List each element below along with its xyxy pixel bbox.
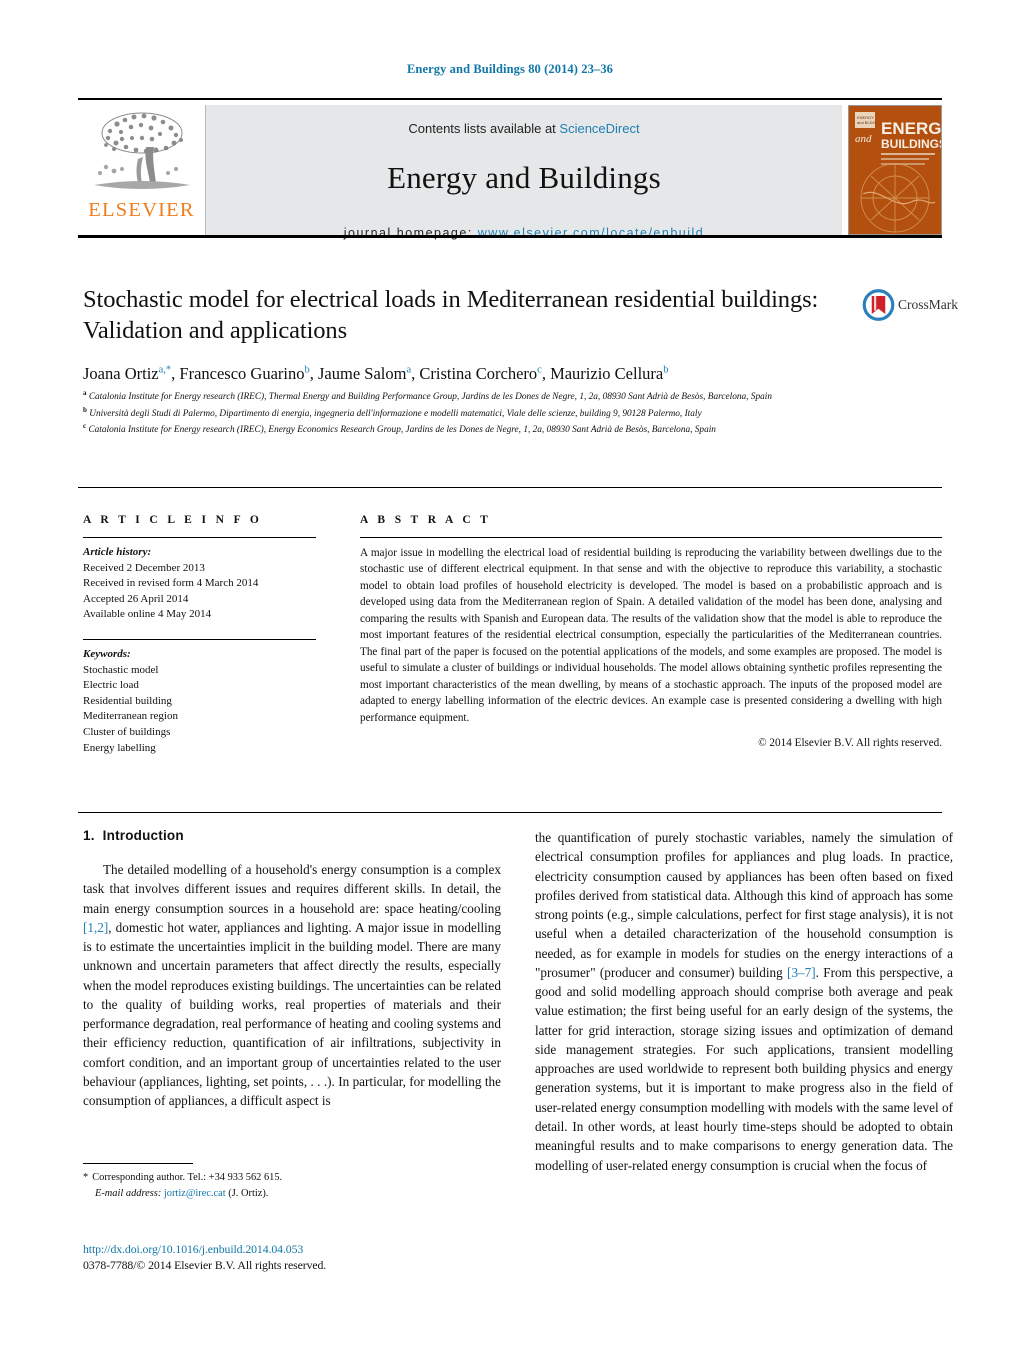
author-name: Maurizio Cellura — [550, 363, 664, 383]
svg-text:BUILDINGS: BUILDINGS — [881, 137, 941, 151]
crossmark-label: CrossMark — [898, 297, 958, 312]
affiliation-item: c Catalonia Institute for Energy researc… — [83, 421, 873, 438]
email-suffix: (J. Ortiz). — [228, 1187, 269, 1199]
article-history-block: Article history: Received 2 December 201… — [83, 545, 316, 623]
page-title: Stochastic model for electrical loads in… — [83, 286, 819, 344]
issn-copyright-line: 0378-7788/© 2014 Elsevier B.V. All right… — [83, 1258, 327, 1272]
author-list: Joana Ortiza,*, Francesco Guarinob, Jaum… — [83, 363, 669, 383]
affiliation-divider — [78, 487, 942, 488]
affiliation-mark: c — [83, 422, 87, 430]
abstract-rule — [360, 537, 942, 538]
author-name: Joana Ortiz — [83, 363, 159, 383]
svg-text:and BLDG: and BLDG — [857, 120, 876, 125]
affiliation-item: b Università degli Studi di Palermo, Dip… — [83, 405, 873, 422]
journal-cover-thumbnail: ENERGY and BLDG and ENERGY BUILDINGS — [848, 105, 942, 235]
history-item: Received 2 December 2013 — [83, 561, 205, 574]
corresponding-author-text: Corresponding author. Tel.: +34 933 562 … — [92, 1172, 283, 1183]
keyword-item: Electric load — [83, 679, 139, 692]
author-item[interactable]: Jaume Saloma — [318, 364, 411, 383]
article-info-rule — [83, 537, 316, 538]
banner-center: Contents lists available at ScienceDirec… — [206, 105, 842, 240]
author-item[interactable]: Cristina Corcheroc — [419, 364, 541, 383]
keywords-block: Keywords: Stochastic model Electric load… — [83, 647, 316, 756]
abstract-copyright: © 2014 Elsevier B.V. All rights reserved… — [758, 737, 942, 750]
paper-page: Energy and Buildings 80 (2014) 23–36 ELS… — [0, 0, 1020, 1351]
elsevier-tree-icon — [93, 112, 190, 189]
author-item[interactable]: Francesco Guarinob — [179, 364, 309, 383]
affiliation-item: a Catalonia Institute for Energy researc… — [83, 388, 873, 405]
journal-banner: ELSEVIER Contents lists available at Sci… — [78, 98, 942, 240]
crossmark-badge[interactable]: CrossMark — [862, 282, 958, 328]
paragraph-part: . From this perspective, a good and soli… — [535, 964, 953, 1173]
footnote-divider — [83, 1163, 193, 1164]
history-item: Accepted 26 April 2014 — [83, 592, 189, 605]
author-marks: b — [304, 364, 310, 376]
author-marks: b — [663, 364, 669, 376]
elsevier-wordmark: ELSEVIER — [88, 199, 195, 221]
svg-text:and: and — [855, 133, 872, 145]
section-title: Introduction — [102, 828, 184, 843]
contents-prefix: Contents lists available at — [408, 121, 560, 136]
paragraph-part: , domestic hot water, appliances and lig… — [83, 919, 501, 1109]
author-marks: a,* — [158, 364, 172, 376]
banner-bottom-rule — [78, 235, 942, 238]
affiliation-text: Catalonia Institute for Energy research … — [88, 425, 716, 436]
abstract-text: A major issue in modelling the electrica… — [360, 547, 942, 724]
author-marks: c — [537, 364, 542, 376]
history-item: Available online 4 May 2014 — [83, 608, 212, 621]
keywords-rule — [83, 639, 316, 641]
keyword-item: Energy labelling — [83, 741, 156, 754]
citation-link[interactable]: [3–7] — [787, 965, 816, 980]
affiliation-mark: b — [83, 405, 87, 414]
crossmark-icon — [862, 289, 895, 321]
article-history-label: Article history: — [83, 546, 152, 558]
author-name: Francesco Guarino — [179, 363, 305, 383]
doi-link[interactable]: http://dx.doi.org/10.1016/j.enbuild.2014… — [83, 1242, 303, 1257]
abstract-column: A B S T R A C T A major issue in modelli… — [360, 514, 942, 749]
article-info-heading: A R T I C L E I N F O — [83, 514, 263, 526]
running-head: Energy and Buildings 80 (2014) 23–36 — [406, 62, 614, 76]
svg-text:ENERGY: ENERGY — [881, 119, 941, 138]
body-paragraph-right: the quantification of purely stochastic … — [535, 828, 953, 1175]
keywords-label: Keywords: — [83, 648, 131, 661]
author-item[interactable]: Joana Ortiza,* — [83, 364, 171, 383]
author-marks: a — [406, 364, 412, 376]
section-heading-introduction: 1. Introduction — [83, 828, 501, 843]
contents-available-line: Contents lists available at ScienceDirec… — [206, 121, 842, 136]
keyword-item: Residential building — [83, 694, 172, 707]
footnote-block: * Corresponding author. Tel.: +34 933 562… — [83, 1170, 503, 1201]
email-line: E-mail address: jortiz@irec.cat (J. Orti… — [83, 1186, 503, 1202]
keyword-item: Mediterranean region — [83, 710, 178, 723]
author-item[interactable]: Maurizio Cellurab — [550, 364, 668, 383]
email-label: E-mail address: — [95, 1187, 162, 1199]
author-name: Jaume Salom — [318, 363, 407, 383]
author-name: Cristina Corchero — [419, 363, 538, 383]
corresponding-author-line: * Corresponding author. Tel.: +34 933 562… — [83, 1170, 503, 1186]
paragraph-part: the quantification of purely stochastic … — [535, 830, 953, 980]
article-info-column: A R T I C L E I N F O Article history: R… — [83, 514, 316, 756]
elsevier-logo: ELSEVIER — [78, 105, 206, 235]
abstract-divider — [78, 812, 942, 813]
footnote-star: * — [83, 1172, 89, 1183]
affiliation-mark: a — [83, 389, 87, 397]
title-block: Stochastic model for electrical loads in… — [83, 285, 853, 384]
sciencedirect-link[interactable]: ScienceDirect — [559, 121, 639, 136]
affiliation-text: Università degli Studi di Palermo, Dipar… — [89, 408, 702, 419]
email-link[interactable]: jortiz@irec.cat — [164, 1188, 226, 1199]
affiliation-list: a Catalonia Institute for Energy researc… — [83, 388, 873, 438]
citation-link[interactable]: [1,2] — [83, 920, 108, 935]
keyword-item: Stochastic model — [83, 663, 159, 676]
body-column-right: the quantification of purely stochastic … — [535, 828, 953, 1175]
journal-cover-art: ENERGY and BLDG and ENERGY BUILDINGS — [849, 106, 941, 234]
keyword-item: Cluster of buildings — [83, 726, 171, 739]
section-number: 1. — [83, 828, 95, 843]
body-column-left: 1. Introduction The detailed modelling of… — [83, 828, 501, 1110]
history-item: Received in revised form 4 March 2014 — [83, 577, 259, 590]
paragraph-part: The detailed modelling of a household's … — [83, 862, 501, 916]
journal-title: Energy and Buildings — [387, 160, 661, 195]
body-paragraph-left: The detailed modelling of a household's … — [83, 860, 501, 1110]
affiliation-text: Catalonia Institute for Energy research … — [88, 392, 772, 403]
abstract-heading: A B S T R A C T — [360, 514, 492, 526]
